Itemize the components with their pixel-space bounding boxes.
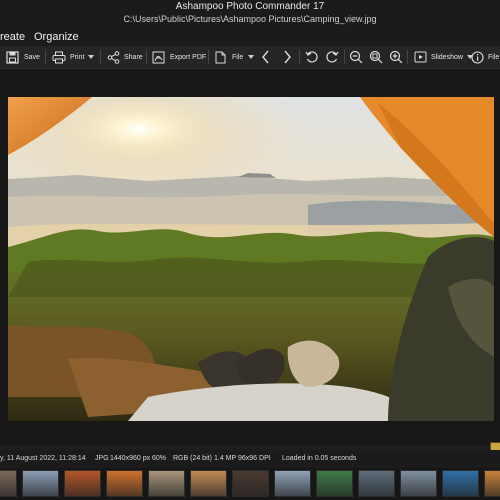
title-bar: Ashampoo Photo Commander 17 C:\Users\Pub… [0, 0, 500, 28]
print-button[interactable]: Print [52, 46, 95, 68]
export-pdf-label: Export PDF [170, 53, 207, 61]
menu-bar: reate Organize [0, 28, 500, 46]
filmstrip-thumbnail[interactable] [106, 470, 143, 497]
status-megapixels: 1.4 MP [214, 455, 237, 462]
status-load-time: Loaded in 0.05 seconds [282, 455, 357, 462]
menu-item-organize[interactable]: Organize [34, 31, 79, 43]
toolbar-divider [146, 50, 147, 64]
status-format: JPG [95, 455, 109, 462]
zoom-fit-button[interactable] [369, 46, 383, 68]
previous-button[interactable] [261, 46, 270, 68]
info-icon [471, 50, 484, 64]
filmstrip-thumbnail[interactable] [148, 470, 185, 497]
filmstrip-thumbnail[interactable] [22, 470, 59, 497]
toolbar-divider [45, 50, 46, 64]
filmstrip [0, 468, 500, 500]
zoom-in-button[interactable] [389, 46, 403, 68]
chevron-down-icon [88, 55, 95, 59]
toolbar-divider [407, 50, 408, 64]
filmstrip-thumbnail[interactable] [232, 470, 269, 497]
slideshow-label: Slideshow [431, 53, 463, 61]
filmstrip-thumbnail[interactable] [64, 470, 101, 497]
status-dimensions: 1440x960 px [110, 455, 151, 462]
file-menu-button[interactable]: File [215, 46, 255, 68]
pdf-icon [152, 51, 165, 64]
arrow-left-icon [261, 50, 270, 64]
file-icon [215, 51, 226, 64]
printer-icon [52, 51, 66, 64]
filmstrip-thumbnail[interactable] [316, 470, 353, 497]
window-title: Ashampoo Photo Commander 17 [175, 1, 325, 12]
toolbar-divider [299, 50, 300, 64]
image-viewer[interactable] [0, 69, 500, 445]
filmstrip-thumbnail[interactable] [442, 470, 479, 497]
filmstrip-thumbnail[interactable] [358, 470, 395, 497]
filmstrip-thumbnail[interactable] [0, 470, 17, 497]
rotate-left-button[interactable] [305, 46, 319, 68]
arrow-right-icon [283, 50, 292, 64]
zoom-fit-icon [369, 50, 383, 64]
status-bar: y, 11 August 2022, 11:28:14 JPG 1440x960… [0, 450, 500, 468]
save-icon [6, 50, 19, 64]
file-info-button[interactable]: File [471, 46, 499, 68]
toolbar-divider [208, 50, 209, 64]
rotate-right-button[interactable] [325, 46, 339, 68]
filmstrip-thumbnail[interactable] [400, 470, 437, 497]
filmstrip-thumbnail[interactable] [274, 470, 311, 497]
menu-item-create[interactable]: reate [0, 31, 25, 43]
zoom-out-button[interactable] [349, 46, 363, 68]
file-label: File [232, 53, 244, 61]
status-dpi: 96x96 DPI [238, 455, 271, 462]
zoom-in-icon [389, 50, 403, 64]
file-info-label: File [488, 53, 500, 61]
save-label: Save [24, 53, 40, 61]
main-photo[interactable] [8, 97, 494, 421]
rotate-right-icon [325, 50, 339, 64]
slideshow-button[interactable]: Slideshow [414, 46, 473, 68]
rotate-left-icon [305, 50, 319, 64]
chevron-down-icon [248, 55, 255, 59]
file-path: C:\Users\Public\Pictures\Ashampoo Pictur… [123, 14, 377, 24]
toolbar-divider [344, 50, 345, 64]
zoom-out-icon [349, 50, 363, 64]
share-label: Share [124, 53, 143, 61]
slideshow-icon [414, 51, 427, 63]
next-button[interactable] [283, 46, 292, 68]
share-button[interactable]: Share [107, 46, 143, 68]
filmstrip-thumbnail[interactable] [190, 470, 227, 497]
filmstrip-thumbnail[interactable] [484, 470, 500, 497]
status-date: y, 11 August 2022, 11:28:14 [0, 455, 86, 462]
status-zoom: 60% [152, 455, 167, 462]
export-pdf-button[interactable]: Export PDF [152, 46, 206, 68]
share-icon [107, 50, 120, 64]
status-color-depth: RGB (24 bit) [173, 455, 212, 462]
toolbar: Save Print Share Export PDF File Slidesh… [0, 46, 500, 69]
print-label: Print [70, 53, 85, 61]
save-button[interactable]: Save [6, 46, 40, 68]
toolbar-divider [100, 50, 101, 64]
